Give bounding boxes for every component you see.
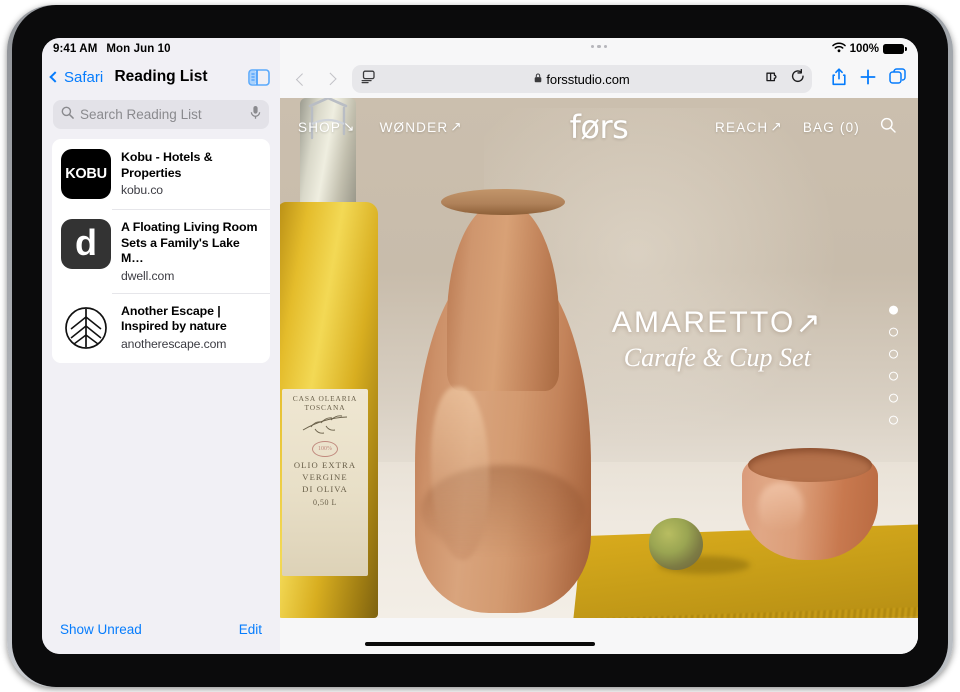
carousel-dot-5[interactable] [889, 393, 898, 403]
hero-callout[interactable]: AMARETTO ↗ Carafe & Cup Set [612, 306, 823, 373]
browser-pane: 100% forsstudio.com CASA OLEARIA TOSCANA… [280, 38, 918, 654]
sidebar-footer: Show Unread Edit [42, 608, 280, 654]
sidebar-header: Safari Reading List [42, 60, 280, 94]
arrow-up-right-icon: ↗ [795, 307, 823, 340]
list-item-title: A Floating Living Room Sets a Family's L… [121, 220, 258, 265]
arrow-down-right-icon: ↘ [343, 119, 356, 134]
search-placeholder: Search Reading List [80, 107, 202, 122]
carousel-dot-4[interactable] [889, 371, 898, 381]
list-item-text: Kobu - Hotels & Properties kobu.co [121, 149, 260, 199]
browser-toolbar: forsstudio.com [280, 60, 918, 98]
hero-subtitle: Carafe & Cup Set [623, 343, 811, 372]
multitasking-dots-icon[interactable] [280, 45, 918, 49]
dwell-favicon-label: d [75, 222, 97, 263]
list-item-host: kobu.co [121, 183, 163, 197]
sidebar-toggle-icon[interactable] [248, 68, 270, 86]
carousel-dot-3[interactable] [889, 349, 898, 359]
carousel-dot-2[interactable] [889, 327, 898, 337]
kobu-favicon: KOBU [61, 149, 111, 199]
microphone-icon[interactable] [250, 105, 261, 125]
reading-list-sidebar: 9:41 AM Mon Jun 10 Safari Reading List S… [42, 38, 280, 654]
nav-link-shop[interactable]: SHOP ↘ [298, 119, 356, 135]
search-icon[interactable] [880, 117, 896, 138]
status-bar-left: 9:41 AM Mon Jun 10 [42, 38, 280, 60]
plus-icon[interactable] [860, 68, 876, 90]
list-item-title: Kobu - Hotels & Properties [121, 150, 213, 180]
carafe-wooden-lid [441, 189, 565, 216]
ipad-screen: 9:41 AM Mon Jun 10 Safari Reading List S… [42, 38, 918, 654]
dwell-favicon: d [61, 219, 111, 269]
arrow-up-right-icon: ↗ [450, 119, 463, 134]
search-container: Search Reading List [42, 94, 280, 137]
search-icon [61, 106, 74, 124]
nav-link-wonder[interactable]: WØNDER ↗ [380, 119, 463, 135]
terracotta-cup [742, 448, 878, 560]
web-page-content: CASA OLEARIA TOSCANA 100% OLIO EXTRA VER… [280, 98, 918, 618]
chevron-left-icon [49, 71, 61, 83]
url-display: forsstudio.com [352, 70, 812, 88]
search-input[interactable]: Search Reading List [53, 100, 269, 129]
fig-fruit [649, 518, 703, 570]
hero-title: AMARETTO [611, 306, 796, 339]
nav-link-reach-label: REACH [715, 119, 769, 135]
lock-icon [534, 70, 542, 88]
address-bar[interactable]: forsstudio.com [352, 65, 812, 93]
share-icon[interactable] [831, 67, 847, 91]
forward-button[interactable] [319, 66, 345, 92]
bottle-label-volume: 0,50 L [313, 498, 337, 508]
list-item[interactable]: Another Escape | Inspired by nature anot… [52, 292, 270, 363]
url-text: forsstudio.com [546, 71, 630, 87]
show-unread-button[interactable]: Show Unread [60, 622, 142, 637]
bottle-label-line1: OLIO EXTRA [293, 460, 357, 471]
back-button[interactable] [288, 66, 314, 92]
back-to-safari-button[interactable]: Safari [49, 69, 103, 86]
bottle-label: CASA OLEARIA TOSCANA 100% OLIO EXTRA VER… [282, 389, 368, 577]
list-item-host: anotherescape.com [121, 336, 227, 351]
list-item-text: A Floating Living Room Sets a Family's L… [121, 219, 260, 283]
nav-link-bag-label: BAG (0) [802, 119, 860, 135]
site-navigation: SHOP ↘ WØNDER ↗ førs REACH ↗ BAG (0) [280, 98, 918, 156]
nav-link-bag[interactable]: BAG (0) [803, 120, 860, 135]
cloth-fringe [571, 606, 918, 618]
battery-full-icon [883, 43, 907, 55]
tab-overview-icon[interactable] [889, 68, 906, 90]
home-indicator[interactable] [365, 641, 595, 646]
another-escape-leaf-favicon [61, 302, 111, 353]
status-date: Mon Jun 10 [106, 43, 171, 55]
hero-title-row: AMARETTO ↗ [612, 306, 823, 341]
carousel-dot-6[interactable] [889, 415, 898, 425]
bottle-label-line2: VERGINE [302, 472, 348, 483]
reader-view-icon[interactable] [361, 70, 376, 89]
list-item-text: Another Escape | Inspired by nature anot… [121, 303, 260, 353]
edit-button[interactable]: Edit [239, 622, 262, 637]
nav-link-reach[interactable]: REACH ↗ [715, 119, 783, 135]
olive-oil-bottle: CASA OLEARIA TOSCANA 100% OLIO EXTRA VER… [280, 98, 382, 618]
bottle-label-brand: CASA OLEARIA TOSCANA [292, 394, 358, 413]
terracotta-carafe [415, 189, 591, 613]
carousel-dot-1[interactable] [889, 305, 898, 315]
status-bar-right: 100% [280, 38, 918, 60]
list-item-host: dwell.com [121, 268, 175, 283]
status-time: 9:41 AM [53, 43, 98, 55]
bottom-safe-area [280, 618, 918, 654]
extensions-puzzle-icon[interactable] [765, 70, 781, 89]
nav-link-shop-label: SHOP [298, 119, 342, 135]
list-item[interactable]: KOBU Kobu - Hotels & Properties kobu.co [52, 139, 270, 209]
bottle-label-stamp: 100% [312, 441, 338, 458]
nav-link-wonder-label: WØNDER [379, 119, 449, 135]
carousel-pagination[interactable] [889, 305, 898, 425]
arrow-up-right-icon: ↗ [770, 119, 783, 134]
list-item[interactable]: d A Floating Living Room Sets a Family's… [52, 209, 270, 293]
kobu-favicon-label: KOBU [65, 166, 107, 182]
list-item-title: Another Escape | Inspired by nature [121, 303, 227, 334]
bottle-label-line3: DI OLIVA [302, 484, 348, 495]
back-label: Safari [64, 68, 104, 86]
reading-list: KOBU Kobu - Hotels & Properties kobu.co … [52, 139, 270, 363]
reload-icon[interactable] [791, 68, 805, 89]
olive-sprig-illustration [302, 415, 348, 434]
